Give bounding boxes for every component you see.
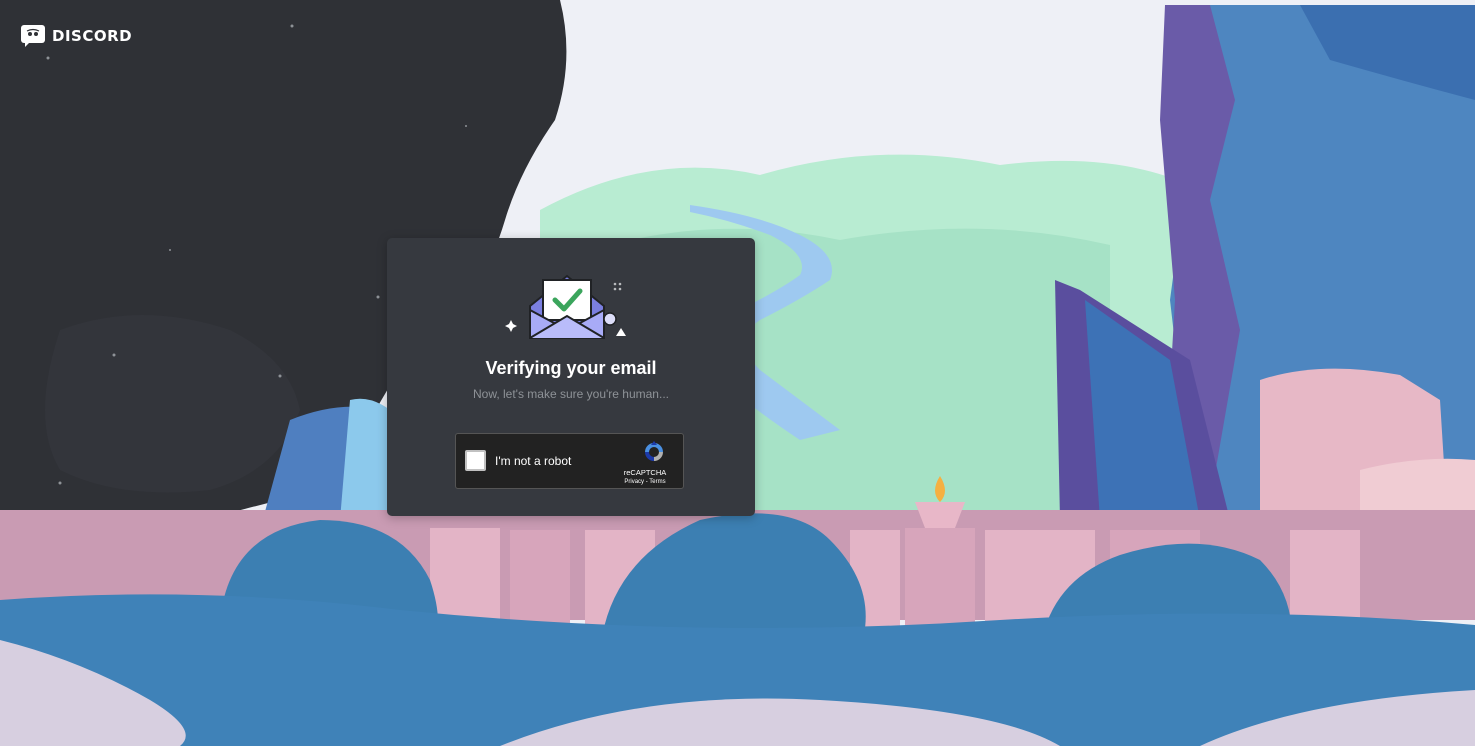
discord-icon <box>21 25 45 47</box>
recaptcha-logo-icon <box>645 441 663 461</box>
recaptcha-checkbox-label[interactable]: I'm not a robot <box>495 454 571 468</box>
verification-card: Verifying your email Now, let's make sur… <box>387 238 755 516</box>
recaptcha-brand: reCAPTCHA <box>623 468 667 477</box>
recaptcha-widget: I'm not a robot reCAPTCHA Privacy - Term… <box>455 433 684 489</box>
page-subtitle: Now, let's make sure you're human... <box>472 387 669 401</box>
recaptcha-privacy-link[interactable]: Privacy <box>624 479 644 485</box>
discord-wordmark: DISCORD <box>52 27 133 45</box>
page-title: Verifying your email <box>485 358 657 378</box>
discord-logo[interactable]: DISCORD <box>21 25 132 47</box>
envelope-check-icon <box>505 274 626 339</box>
recaptcha-checkbox[interactable] <box>465 450 486 471</box>
recaptcha-links: Privacy - Terms <box>615 479 675 485</box>
discord-verify-page: DISCORD Verifying your email Now, let's <box>0 0 1475 746</box>
recaptcha-terms-link[interactable]: Terms <box>649 479 665 485</box>
